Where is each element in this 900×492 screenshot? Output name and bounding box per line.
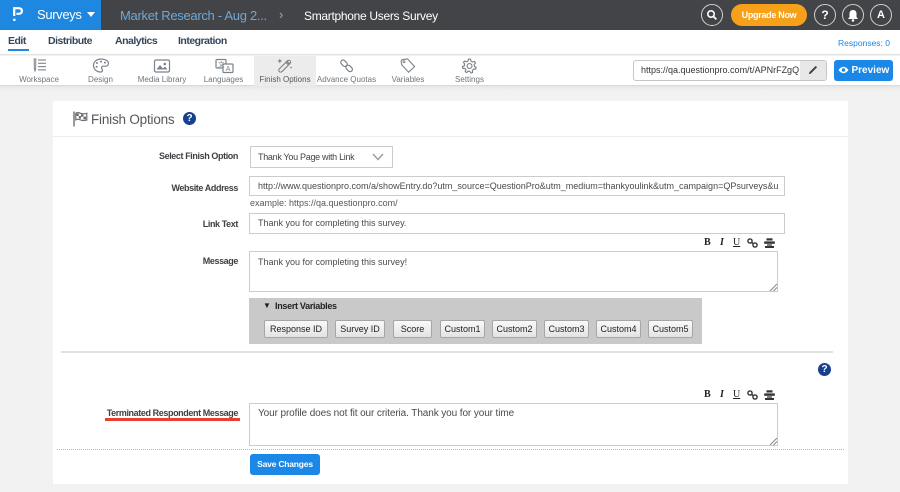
svg-text:A: A: [225, 66, 230, 73]
svg-text:文: 文: [218, 60, 225, 69]
